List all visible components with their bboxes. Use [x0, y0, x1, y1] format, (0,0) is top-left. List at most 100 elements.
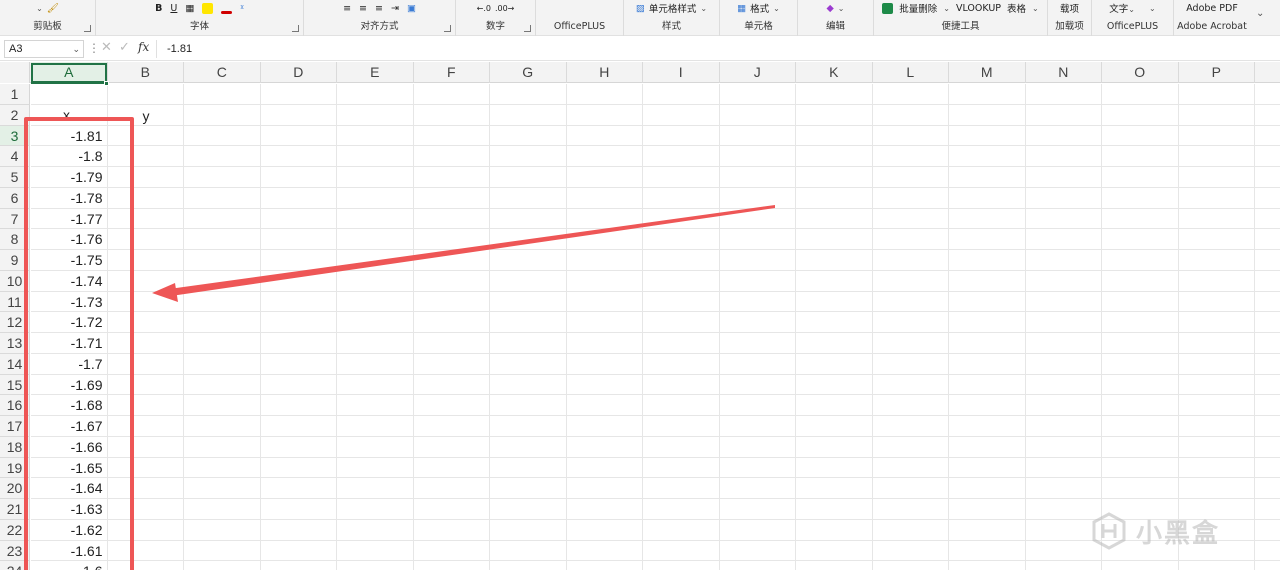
cell-a23[interactable]: -1.61 [31, 541, 106, 561]
cell-a3[interactable]: -1.81 [31, 126, 106, 146]
row-header-13[interactable]: 13 [0, 333, 30, 354]
increase-decimal-icon[interactable]: ←.0 [477, 4, 491, 13]
align-top-icon[interactable]: ≡ [343, 3, 351, 14]
phonetic-icon[interactable]: ᵡ [240, 3, 243, 14]
cell-a19[interactable]: -1.65 [31, 458, 106, 478]
column-header-p[interactable]: P [1179, 62, 1255, 83]
row-header-7[interactable]: 7 [0, 208, 30, 230]
dialog-launcher-icon[interactable] [524, 25, 531, 32]
font-color-icon[interactable] [221, 10, 233, 14]
batch-delete-button[interactable]: 批量删除 [899, 1, 937, 15]
cell-a6[interactable]: -1.78 [31, 188, 106, 208]
select-all-corner[interactable] [0, 62, 30, 83]
column-header-o[interactable]: O [1102, 62, 1179, 83]
row-header-15[interactable]: 15 [0, 374, 30, 396]
ribbon-collapse-icon[interactable]: ⌄ [1256, 8, 1264, 19]
wrap-icon[interactable]: ⇥ [391, 3, 399, 14]
chevron-down-icon[interactable]: ⌄ [1032, 4, 1039, 13]
row-header-4[interactable]: 4 [0, 146, 30, 167]
chevron-down-icon[interactable]: ⌄ [700, 4, 707, 13]
row-header-16[interactable]: 16 [0, 395, 30, 416]
cell-a12[interactable]: -1.72 [31, 312, 106, 332]
row-header-14[interactable]: 14 [0, 353, 30, 375]
row-header-2[interactable]: 2 [0, 104, 30, 126]
row-header-12[interactable]: 12 [0, 312, 30, 333]
decrease-decimal-icon[interactable]: .00→ [495, 4, 514, 13]
check-icon[interactable]: ✓ [119, 40, 130, 55]
column-header-c[interactable]: C [184, 62, 261, 83]
cell-a5[interactable]: -1.79 [31, 167, 106, 187]
cell-a4[interactable]: -1.8 [31, 146, 106, 166]
column-header-i[interactable]: I [643, 62, 720, 83]
merge-icon[interactable]: ▣ [407, 3, 416, 14]
column-header-k[interactable]: K [796, 62, 873, 83]
cell-a22[interactable]: -1.62 [31, 520, 106, 540]
row-header-1[interactable]: 1 [0, 84, 30, 105]
cell-a14[interactable]: -1.7 [31, 354, 106, 374]
column-header-h[interactable]: H [567, 62, 643, 83]
cell-a7[interactable]: -1.77 [31, 209, 106, 229]
column-header-b[interactable]: B [108, 62, 184, 83]
chevron-down-icon[interactable]: ⌄ [1128, 5, 1135, 14]
cell-b2[interactable]: y [140, 106, 217, 126]
align-bottom-icon[interactable]: ≡ [375, 3, 383, 14]
column-header-d[interactable]: D [261, 62, 337, 83]
chevron-down-icon[interactable]: ⌄ [36, 4, 43, 13]
cell-a16[interactable]: -1.68 [31, 395, 106, 415]
cell-area[interactable]: x y -1.81 -1.8 -1.79 -1.78 -1.77 -1.76 -1.75 -1.7… [31, 84, 1280, 570]
row-header-3[interactable]: 3 [0, 125, 30, 147]
column-header-f[interactable]: F [414, 62, 490, 83]
border-icon[interactable]: ▦ [185, 3, 194, 14]
adobe-pdf-button[interactable]: Adobe PDF [1186, 3, 1238, 14]
dialog-launcher-icon[interactable] [292, 25, 299, 32]
row-header-19[interactable]: 19 [0, 457, 30, 479]
vlookup-button[interactable]: VLOOKUP [956, 3, 1001, 14]
cell-a8[interactable]: -1.76 [31, 229, 106, 249]
text-button[interactable]: 文字 [1109, 4, 1128, 15]
dialog-launcher-icon[interactable] [84, 25, 91, 32]
row-header-11[interactable]: 11 [0, 291, 30, 313]
cell-styles-button[interactable]: 单元格样式 [649, 1, 697, 15]
column-header-e[interactable]: E [337, 62, 414, 83]
row-header-6[interactable]: 6 [0, 187, 30, 209]
name-box[interactable]: A3 ⌄ [4, 40, 84, 58]
table-button[interactable]: 表格 [1007, 1, 1026, 15]
row-header-10[interactable]: 10 [0, 270, 30, 292]
cell-a21[interactable]: -1.63 [31, 499, 106, 519]
row-header-17[interactable]: 17 [0, 416, 30, 437]
align-middle-icon[interactable]: ≡ [359, 3, 367, 14]
chevron-down-icon[interactable]: ⌄ [943, 4, 950, 13]
cell-a11[interactable]: -1.73 [31, 292, 106, 312]
column-header-g[interactable]: G [490, 62, 567, 83]
fill-handle[interactable] [104, 81, 109, 86]
row-header-22[interactable]: 22 [0, 519, 30, 541]
format-painter-icon[interactable]: 🖌 [47, 3, 59, 14]
column-header-n[interactable]: N [1026, 62, 1102, 83]
row-header-21[interactable]: 21 [0, 499, 30, 520]
addins-button[interactable]: 载项 [1060, 1, 1079, 15]
chevron-down-icon[interactable]: ⌄ [838, 4, 845, 13]
ribbon-group-officeplus[interactable]: OfficePLUS [536, 0, 624, 36]
row-header-18[interactable]: 18 [0, 436, 30, 458]
eraser-icon[interactable]: ◆ [826, 3, 833, 14]
row-header-20[interactable]: 20 [0, 478, 30, 499]
cell-a15[interactable]: -1.69 [31, 375, 106, 395]
cell-a10[interactable]: -1.74 [31, 271, 106, 291]
format-button[interactable]: 格式 [750, 1, 769, 15]
row-header-8[interactable]: 8 [0, 229, 30, 250]
cancel-icon[interactable]: ✕ [101, 40, 112, 55]
column-header-m[interactable]: M [949, 62, 1026, 83]
underline-icon[interactable]: U [170, 3, 177, 14]
column-header-j[interactable]: J [720, 62, 796, 83]
column-header-a[interactable]: A [31, 62, 108, 83]
cell-a17[interactable]: -1.67 [31, 416, 106, 436]
row-header-24[interactable]: 24 [0, 561, 30, 570]
row-header-5[interactable]: 5 [0, 167, 30, 188]
chevron-down-icon[interactable]: ⌄ [1149, 4, 1156, 13]
dialog-launcher-icon[interactable] [444, 25, 451, 32]
column-header-l[interactable]: L [873, 62, 949, 83]
chevron-down-icon[interactable]: ⌄ [773, 4, 780, 13]
cell-a13[interactable]: -1.71 [31, 333, 106, 353]
cell-a9[interactable]: -1.75 [31, 250, 106, 270]
cell-a20[interactable]: -1.64 [31, 478, 106, 498]
